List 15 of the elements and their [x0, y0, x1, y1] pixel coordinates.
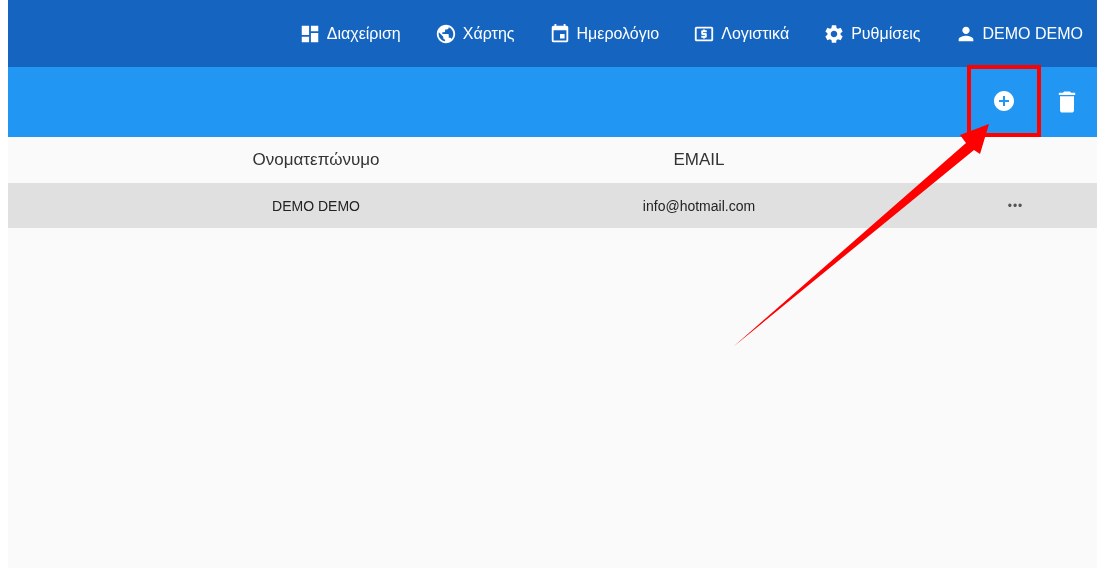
add-icon	[992, 89, 1016, 113]
table-cell-text: info@hotmail.com	[641, 197, 757, 214]
nav-link[interactable]: Λογιστικά	[693, 22, 790, 45]
nav-link[interactable]: Χάρτης	[434, 22, 515, 45]
table-row[interactable]: DEMO DEMO info@hotmail.com •••	[8, 183, 1097, 228]
column-header: EMAIL	[672, 150, 726, 170]
nav-link[interactable]: Ημερολόγιο	[548, 22, 660, 45]
column-header: Ονοματεπώνυμο	[251, 150, 381, 170]
more-button[interactable]: •••	[1007, 198, 1024, 213]
nav-link[interactable]: DEMO DEMO	[954, 22, 1083, 45]
table-cell-text: DEMO DEMO	[271, 197, 361, 214]
globe-icon	[434, 22, 457, 45]
nav-link[interactable]: Διαχείριση	[298, 22, 401, 45]
nav-link[interactable]: Ρυθμίσεις	[823, 22, 921, 45]
settings-icon	[823, 22, 846, 45]
